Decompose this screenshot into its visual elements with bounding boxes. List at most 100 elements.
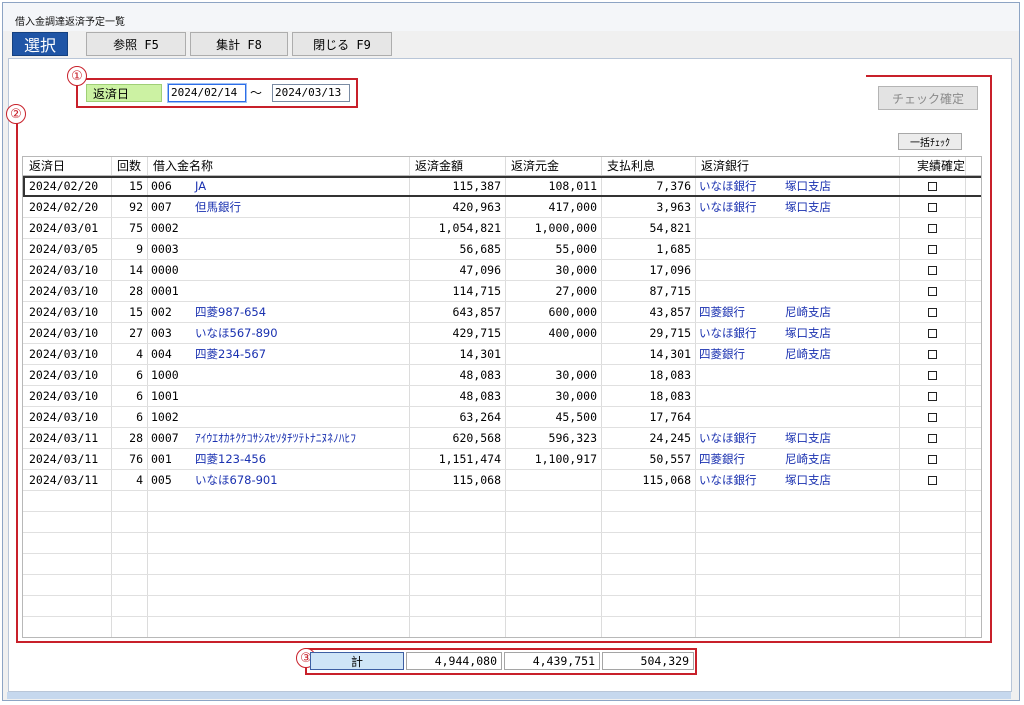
cell-date: 2024/03/10	[29, 263, 99, 277]
total-interest: 504,329	[602, 652, 694, 670]
confirmed-checkbox[interactable]	[927, 224, 937, 233]
empty-row[interactable]	[23, 491, 981, 512]
confirmed-checkbox[interactable]	[927, 182, 937, 191]
header-loan-name[interactable]: 借入金名称	[147, 157, 213, 175]
header-bank[interactable]: 返済銀行	[695, 157, 749, 175]
header-interest[interactable]: 支払利息	[601, 157, 655, 175]
header-amount[interactable]: 返済金額	[409, 157, 463, 175]
cell-amount: 429,715	[452, 326, 501, 340]
cell-amount: 114,715	[452, 284, 501, 298]
confirmed-checkbox[interactable]	[927, 308, 937, 317]
close-button[interactable]: 閉じる F9	[292, 32, 392, 56]
confirmed-checkbox[interactable]	[927, 287, 937, 296]
table-row[interactable]: 2024/03/10 14 0000 47,096 30,000 17,096	[23, 260, 981, 281]
table-row[interactable]: 2024/03/10 15 002 四菱987-654 643,857 600,000 43…	[23, 302, 981, 323]
confirmed-checkbox[interactable]	[927, 266, 937, 275]
cell-count: 15	[129, 305, 143, 319]
date-from-input[interactable]: 2024/02/14	[168, 84, 246, 102]
header-count[interactable]: 回数	[111, 157, 141, 175]
cell-branch: 塚口支店	[785, 431, 831, 445]
table-row[interactable]: 2024/02/20 92 007 但馬銀行 420,963 417,000 3,963 いな…	[23, 197, 981, 218]
header-principal[interactable]: 返済元金	[505, 157, 559, 175]
cell-count: 6	[136, 368, 143, 382]
cell-interest: 115,068	[642, 473, 691, 487]
cell-branch	[781, 365, 899, 385]
cell-bank: 四菱銀行	[699, 305, 745, 319]
cell-principal	[505, 344, 601, 364]
cell-branch: 塚口支店	[785, 179, 831, 193]
header-date[interactable]: 返済日	[23, 157, 65, 175]
table-row[interactable]: 2024/03/10 6 1002 63,264 45,500 17,764	[23, 407, 981, 428]
table-row[interactable]: 2024/03/10 28 0001 114,715 27,000 87,715	[23, 281, 981, 302]
status-strip	[7, 692, 1011, 699]
cell-interest: 29,715	[649, 326, 691, 340]
cell-branch: 尼崎支店	[785, 305, 831, 319]
table-row[interactable]: 2024/03/10 6 1001 48,083 30,000 18,083	[23, 386, 981, 407]
cell-amount: 115,387	[452, 179, 501, 193]
cell-principal: 417,000	[548, 200, 597, 214]
confirmed-checkbox[interactable]	[927, 371, 937, 380]
date-to-input[interactable]: 2024/03/13	[272, 84, 350, 102]
cell-loan-name: 四菱123-456	[195, 452, 267, 466]
table-row[interactable]: 2024/03/05 9 0003 56,685 55,000 1,685	[23, 239, 981, 260]
refer-button[interactable]: 参照 F5	[86, 32, 186, 56]
empty-row[interactable]	[23, 512, 981, 533]
confirmed-checkbox[interactable]	[927, 350, 937, 359]
confirmed-checkbox[interactable]	[927, 434, 937, 443]
cell-count: 28	[129, 431, 143, 445]
empty-row[interactable]	[23, 533, 981, 554]
confirmed-checkbox[interactable]	[927, 203, 937, 212]
confirmed-checkbox[interactable]	[927, 476, 937, 485]
cell-amount: 14,301	[459, 347, 501, 361]
confirmed-checkbox[interactable]	[927, 413, 937, 422]
cell-branch	[781, 260, 899, 280]
confirmed-checkbox[interactable]	[927, 245, 937, 254]
table-row[interactable]: 2024/03/11 76 001 四菱123-456 1,151,474 1,100,9…	[23, 449, 981, 470]
aggregate-button[interactable]: 集計 F8	[190, 32, 288, 56]
cell-date: 2024/02/20	[29, 200, 99, 214]
cell-bank: 四菱銀行	[699, 452, 745, 466]
confirmed-checkbox[interactable]	[927, 329, 937, 338]
repayment-grid: 返済日 回数 借入金名称 返済金額 返済元金 支払利息 返済銀行 実績確定 20…	[22, 156, 982, 638]
cell-principal: 600,000	[548, 305, 597, 319]
cell-branch: 尼崎支店	[785, 347, 831, 361]
cell-confirmed	[899, 449, 965, 469]
cell-interest: 7,376	[656, 179, 691, 193]
cell-loan-name	[191, 407, 409, 427]
cell-date: 2024/03/01	[29, 221, 99, 235]
cell-code: 0003	[151, 242, 179, 256]
empty-row[interactable]	[23, 596, 981, 617]
table-row[interactable]: 2024/03/10 4 004 四菱234-567 14,301 14,301 四菱銀行 尼…	[23, 344, 981, 365]
empty-row[interactable]	[23, 575, 981, 596]
cell-branch	[781, 386, 899, 406]
window-title: 借入金調達返済予定一覧	[15, 17, 125, 28]
table-row[interactable]: 2024/03/01 75 0002 1,054,821 1,000,000 54,821	[23, 218, 981, 239]
cell-count: 28	[129, 284, 143, 298]
header-confirmed[interactable]: 実績確定	[911, 157, 965, 175]
bulk-check-button[interactable]: 一括ﾁｪｯｸ	[898, 133, 962, 150]
confirmed-checkbox[interactable]	[927, 455, 937, 464]
cell-amount: 56,685	[459, 242, 501, 256]
table-row[interactable]: 2024/02/20 15 006 JA 115,387 108,011 7,376 いなほ銀…	[23, 176, 981, 197]
cell-branch	[781, 281, 899, 301]
table-row[interactable]: 2024/03/11 28 0007 ｱｲｳｴｵｶｷｸｹｺｻｼｽｾｿﾀﾁﾂﾃﾄﾅﾆﾇﾈ…	[23, 428, 981, 449]
cell-interest: 43,857	[649, 305, 691, 319]
cell-code: 004	[151, 347, 172, 361]
cell-code: 0002	[151, 221, 179, 235]
cell-count: 4	[136, 347, 143, 361]
total-principal: 4,439,751	[504, 652, 600, 670]
check-confirm-button[interactable]: チェック確定	[878, 86, 978, 110]
cell-branch: 塚口支店	[785, 326, 831, 340]
cell-loan-name	[191, 386, 409, 406]
cell-loan-name: いなほ678-901	[195, 473, 278, 487]
empty-row[interactable]	[23, 554, 981, 575]
cell-interest: 18,083	[649, 389, 691, 403]
empty-row[interactable]	[23, 617, 981, 637]
cell-loan-name	[191, 218, 409, 238]
table-row[interactable]: 2024/03/10 27 003 いなほ567-890 429,715 400,000 2…	[23, 323, 981, 344]
table-row[interactable]: 2024/03/10 6 1000 48,083 30,000 18,083	[23, 365, 981, 386]
cell-date: 2024/03/10	[29, 326, 99, 340]
select-button[interactable]: 選択	[12, 32, 68, 56]
table-row[interactable]: 2024/03/11 4 005 いなほ678-901 115,068 115,068 いな…	[23, 470, 981, 491]
confirmed-checkbox[interactable]	[927, 392, 937, 401]
